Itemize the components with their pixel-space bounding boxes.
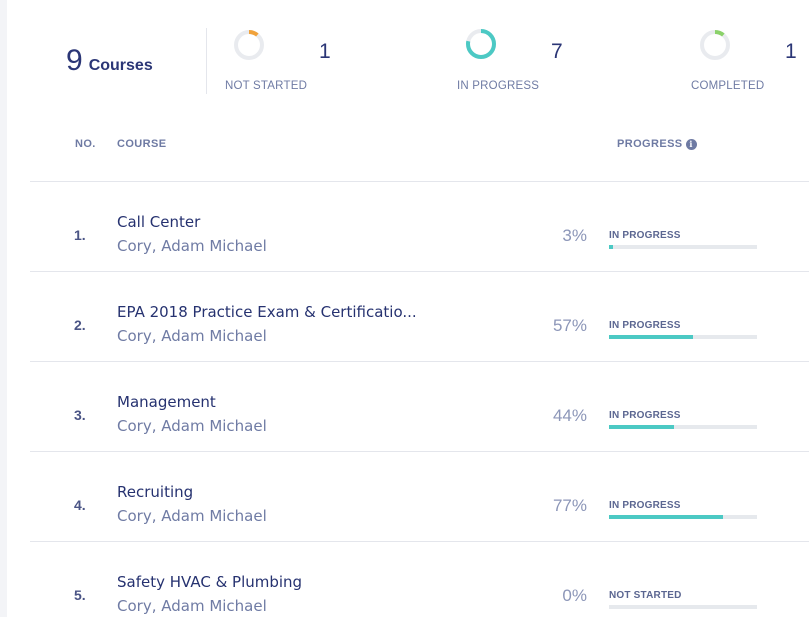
progress-bar-fill: [609, 515, 723, 519]
ring-track: [700, 30, 730, 60]
status-label: NOT STARTED: [609, 590, 682, 601]
row-number: 5.: [74, 587, 86, 603]
progress-percent: 3%: [562, 226, 587, 245]
progress-percent: 44%: [552, 406, 587, 425]
progress-ring-icon: [466, 29, 496, 59]
course-title[interactable]: Recruiting: [117, 483, 193, 501]
left-rail: [0, 0, 7, 617]
progress-bar-fill: [609, 245, 614, 249]
progress-percent: 0%: [562, 586, 587, 605]
table-row[interactable]: 3. Management Cory, Adam Michael 44% IN …: [30, 361, 809, 451]
table-row[interactable]: 1. Call Center Cory, Adam Michael 3% IN …: [30, 181, 809, 271]
column-header-progress[interactable]: PROGRESS i: [617, 138, 697, 150]
progress-bar: [609, 605, 757, 609]
progress-percent: 77%: [552, 496, 587, 515]
progress-ring-icon: [700, 30, 730, 60]
progress-bar: [609, 515, 757, 519]
progress-bar-fill: [609, 425, 675, 429]
stat-count: 7: [551, 40, 563, 63]
progress-bar: [609, 245, 757, 249]
table-row[interactable]: 4. Recruiting Cory, Adam Michael 77% IN …: [30, 451, 809, 541]
course-title[interactable]: Call Center: [117, 213, 200, 231]
ring-track: [234, 30, 264, 60]
stat-label: NOT STARTED: [225, 80, 308, 92]
total-courses: 9 Courses: [66, 44, 153, 78]
course-author: Cory, Adam Michael: [117, 507, 267, 525]
column-header-course[interactable]: COURSE: [117, 138, 166, 150]
column-header-no: NO.: [75, 138, 96, 150]
progress-bar: [609, 335, 757, 339]
progress-bar: [609, 425, 757, 429]
table-row[interactable]: 2. EPA 2018 Practice Exam & Certificatio…: [30, 271, 809, 361]
course-author: Cory, Adam Michael: [117, 417, 267, 435]
status-label: IN PROGRESS: [609, 410, 681, 421]
info-icon[interactable]: i: [685, 139, 697, 150]
progress-ring-icon: [234, 30, 264, 60]
row-number: 3.: [74, 407, 86, 423]
summary-divider: [206, 28, 207, 94]
status-label: IN PROGRESS: [609, 500, 681, 511]
course-title[interactable]: Management: [117, 393, 216, 411]
row-number: 2.: [74, 317, 86, 333]
progress-bar-fill: [609, 335, 694, 339]
total-count: 9: [66, 44, 83, 77]
status-label: IN PROGRESS: [609, 320, 681, 331]
row-number: 4.: [74, 497, 86, 513]
progress-percent: 57%: [552, 316, 587, 335]
column-header-progress-label: PROGRESS: [617, 138, 683, 150]
course-title[interactable]: Safety HVAC & Plumbing: [117, 573, 302, 591]
stat-label: COMPLETED: [691, 80, 765, 92]
course-author: Cory, Adam Michael: [117, 327, 267, 345]
status-label: IN PROGRESS: [609, 230, 681, 241]
total-label: Courses: [88, 57, 153, 74]
table-row[interactable]: 5. Safety HVAC & Plumbing Cory, Adam Mic…: [30, 541, 809, 631]
course-author: Cory, Adam Michael: [117, 597, 267, 615]
course-author: Cory, Adam Michael: [117, 237, 267, 255]
stat-count: 1: [319, 40, 331, 63]
row-number: 1.: [74, 227, 86, 243]
course-title[interactable]: EPA 2018 Practice Exam & Certificatio...: [117, 303, 417, 321]
stat-count: 1: [785, 40, 797, 63]
stat-label: IN PROGRESS: [457, 80, 540, 92]
